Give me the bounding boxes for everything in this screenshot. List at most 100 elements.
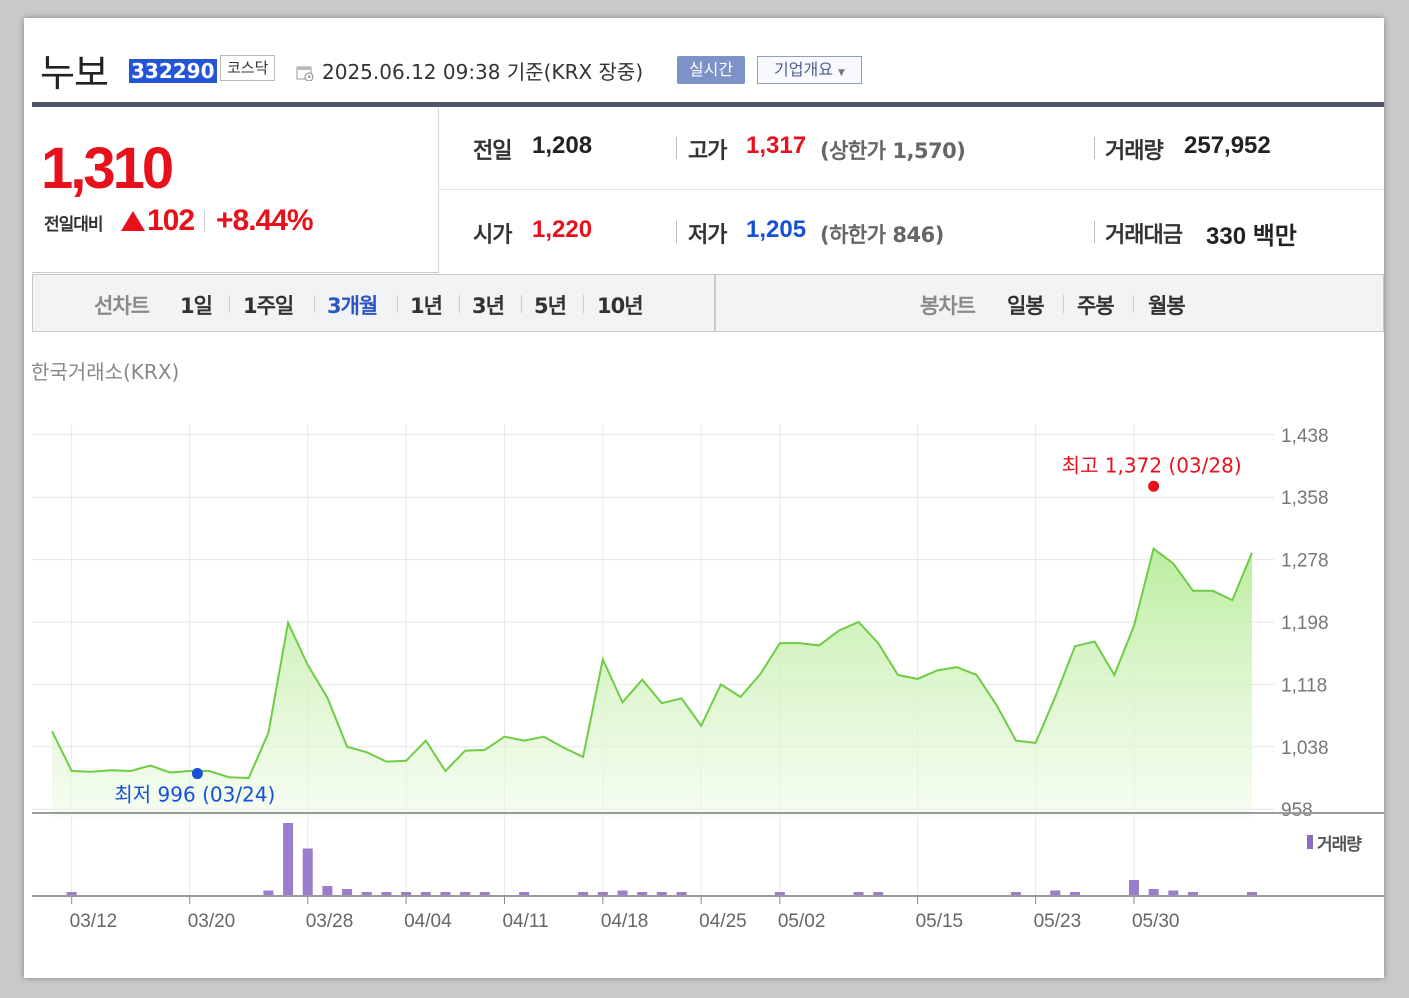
- y-tick-label: 1,438: [1281, 426, 1329, 447]
- tab-1y[interactable]: 1년: [410, 290, 443, 320]
- upper-limit: (상한가 1,570): [820, 139, 966, 163]
- divider: [1133, 295, 1134, 313]
- tab-1d[interactable]: 1일: [180, 290, 213, 320]
- market-badge: 코스닥: [220, 55, 276, 81]
- low-value: 1,205: [746, 216, 807, 243]
- stock-name[interactable]: 누보: [40, 42, 109, 97]
- y-tick-label: 1,118: [1281, 675, 1327, 696]
- volume-bar: [1148, 889, 1159, 895]
- high-value: 1,317: [746, 132, 807, 159]
- stock-widget: 누보 332290 코스닥 2025.06.12 09:38 기준(KRX 장중…: [24, 18, 1384, 978]
- x-tick-label: 05/30: [1132, 911, 1180, 932]
- volume-bar: [283, 823, 294, 895]
- tab-5y[interactable]: 5년: [534, 290, 567, 320]
- volume-bar: [1247, 892, 1257, 895]
- volume-bar: [774, 892, 785, 895]
- x-tick-label: 05/02: [778, 911, 826, 932]
- volume-bar: [302, 848, 313, 895]
- divider: [1094, 221, 1095, 243]
- dropdown-arrow-icon: ▼: [838, 68, 845, 78]
- line-chart-label: 선차트: [94, 294, 150, 318]
- company-overview-label: 기업개요: [774, 60, 833, 79]
- volume-legend: 거래량: [1317, 835, 1362, 855]
- candle-chart-label: 봉차트: [920, 294, 976, 318]
- volume-bars: [66, 823, 1257, 895]
- change-amount: 102: [147, 204, 195, 237]
- low-annotation: 최저 996 (03/24): [114, 783, 275, 807]
- volume-bar: [322, 886, 333, 895]
- company-overview-button[interactable]: 기업개요 ▼: [757, 56, 862, 84]
- header-divider: [32, 102, 1384, 107]
- volume-bar: [1187, 892, 1198, 895]
- divider: [521, 295, 522, 313]
- calendar-icon: [296, 66, 314, 81]
- volume-bar: [519, 892, 530, 895]
- prev-close-value: 1,208: [532, 132, 593, 159]
- volume-bar: [1010, 892, 1021, 895]
- x-tick-label: 03/28: [306, 911, 354, 932]
- volume-bar: [1050, 890, 1061, 895]
- tab-3y[interactable]: 3년: [472, 290, 505, 320]
- volume-bar: [1069, 892, 1080, 895]
- divider: [583, 295, 584, 313]
- change-rate: +8.44%: [216, 204, 314, 237]
- volume-bar: [873, 892, 884, 895]
- volume-bar: [460, 892, 471, 895]
- volume-bar: [479, 892, 490, 895]
- trade-value: 330 백만: [1206, 223, 1297, 250]
- tab-monthly[interactable]: 월봉: [1148, 290, 1186, 320]
- stats-row-divider: [439, 189, 1384, 190]
- current-price: 1,310: [41, 136, 174, 201]
- x-axis: 03/12 03/20 03/28 04/04 04/11 04/18 04/25 05/02…: [70, 896, 1180, 932]
- tab-1w[interactable]: 1주일: [243, 290, 294, 320]
- high-label: 고가: [688, 139, 727, 164]
- y-tick-label: 1,358: [1281, 488, 1329, 509]
- tab-weekly[interactable]: 주봉: [1077, 290, 1115, 320]
- y-axis: 1,438 1,358 1,278 1,198 1,118 1,038 958: [1281, 426, 1329, 821]
- volume-bar: [66, 892, 77, 895]
- low-marker: [191, 768, 203, 780]
- divider: [676, 221, 677, 243]
- divider: [314, 295, 315, 313]
- volume-bar: [853, 892, 864, 895]
- volume-bar: [381, 892, 392, 895]
- lower-limit: (하한가 846): [820, 223, 944, 247]
- x-tick-label: 04/04: [404, 911, 452, 932]
- y-tick-label: 958: [1281, 800, 1313, 821]
- y-tick-label: 1,278: [1281, 551, 1329, 572]
- divider: [229, 295, 230, 313]
- volume-value: 257,952: [1184, 132, 1271, 159]
- volume-bar: [440, 892, 451, 895]
- high-annotation: 최고 1,372 (03/28): [1062, 453, 1242, 477]
- tab-10y[interactable]: 10년: [597, 290, 644, 320]
- volume-bar: [656, 892, 667, 895]
- y-tick-label: 1,038: [1281, 738, 1329, 759]
- volume-legend-swatch: [1307, 835, 1313, 849]
- x-tick-label: 03/12: [70, 911, 118, 932]
- volume-bar: [401, 892, 412, 895]
- volume-bar: [597, 892, 608, 895]
- y-tick-label: 1,198: [1281, 613, 1329, 634]
- tab-daily[interactable]: 일봉: [1007, 290, 1045, 320]
- tab-3m[interactable]: 3개월: [327, 290, 378, 320]
- realtime-button[interactable]: 실시간: [677, 56, 745, 84]
- prev-close-label: 전일: [473, 139, 512, 164]
- up-arrow-icon: [121, 211, 145, 231]
- volume-bar: [637, 892, 648, 895]
- divider: [676, 137, 677, 159]
- volume-bar: [617, 890, 628, 895]
- low-label: 저가: [688, 223, 727, 248]
- price-chart[interactable]: 1,438 1,358 1,278 1,198 1,118 1,038 958 03/12 0…: [24, 388, 1384, 948]
- timestamp: 2025.06.12 09:38 기준(KRX 장중): [322, 60, 644, 84]
- x-tick-label: 05/15: [916, 911, 964, 932]
- volume-bar: [1128, 880, 1139, 895]
- open-label: 시가: [473, 223, 512, 248]
- divider: [1094, 137, 1095, 159]
- volume-bar: [578, 892, 589, 895]
- volume-bar: [342, 889, 353, 895]
- x-tick-label: 04/25: [699, 911, 747, 932]
- divider: [1063, 295, 1064, 313]
- x-tick-label: 04/11: [502, 911, 548, 932]
- volume-bar: [263, 890, 274, 895]
- volume-label: 거래량: [1105, 139, 1164, 164]
